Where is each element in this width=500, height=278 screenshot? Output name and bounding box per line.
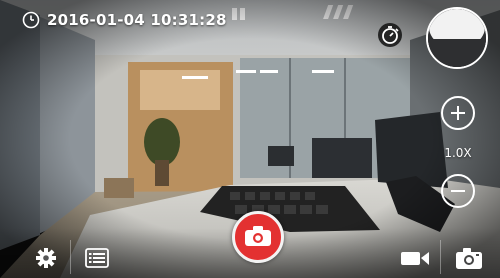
camera-viewfinder: 2016-01-04 10:31:28 1.0X xyxy=(0,0,500,278)
list-icon xyxy=(85,248,109,268)
camera-icon xyxy=(245,226,271,246)
last-capture-thumbnail-button[interactable] xyxy=(426,7,488,69)
shutter-button[interactable] xyxy=(232,211,284,263)
timestamp-display: 2016-01-04 10:31:28 xyxy=(22,9,227,31)
self-timer-icon xyxy=(378,23,402,47)
thumbnail-image xyxy=(428,9,486,67)
gear-icon xyxy=(36,248,56,268)
settings-button[interactable] xyxy=(35,247,57,269)
self-timer-button[interactable] xyxy=(377,22,403,48)
zoom-level-label: 1.0X xyxy=(444,146,472,160)
zoom-out-button[interactable] xyxy=(441,174,475,208)
camera-icon xyxy=(456,248,482,269)
file-list-button[interactable] xyxy=(85,248,109,268)
clock-icon xyxy=(22,11,40,29)
video-mode-button[interactable] xyxy=(400,248,430,268)
toolbar-divider xyxy=(440,240,441,274)
zoom-in-button[interactable] xyxy=(441,96,475,130)
timestamp-text: 2016-01-04 10:31:28 xyxy=(47,11,227,29)
toolbar-divider xyxy=(70,240,71,274)
video-camera-icon xyxy=(401,252,429,265)
photo-mode-button[interactable] xyxy=(455,246,483,270)
